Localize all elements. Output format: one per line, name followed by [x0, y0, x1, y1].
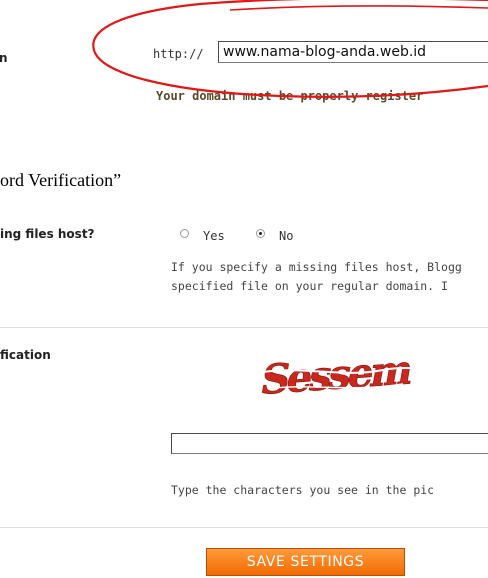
domain-warning: Your domain must be properly register [156, 89, 424, 103]
domain-prefix: http:// [153, 47, 204, 61]
missing-files-host-label: ing files host? [0, 227, 95, 241]
domain-input[interactable] [218, 41, 488, 63]
missing-files-host-help-line-1: If you specify a missing files host, Blo… [171, 260, 462, 274]
radio-yes-label: Yes [203, 229, 225, 243]
divider [0, 327, 488, 328]
domain-label: n [0, 51, 8, 65]
divider [0, 527, 488, 528]
captcha-input[interactable] [171, 433, 488, 454]
captcha-text: Sessem [257, 345, 417, 404]
captcha-help: Type the characters you see in the pic [171, 483, 435, 497]
missing-files-host-help-line-2: specified file on your regular domain. I [171, 279, 448, 293]
radio-no-selected-dot [259, 232, 262, 235]
save-settings-button[interactable]: SAVE SETTINGS [206, 548, 405, 576]
radio-no-label: No [279, 229, 294, 243]
captcha-image: Sessem [257, 345, 459, 404]
section-heading: ord Verification” [0, 170, 122, 190]
radio-yes[interactable] [180, 229, 189, 238]
word-verification-label: fication [0, 348, 51, 362]
